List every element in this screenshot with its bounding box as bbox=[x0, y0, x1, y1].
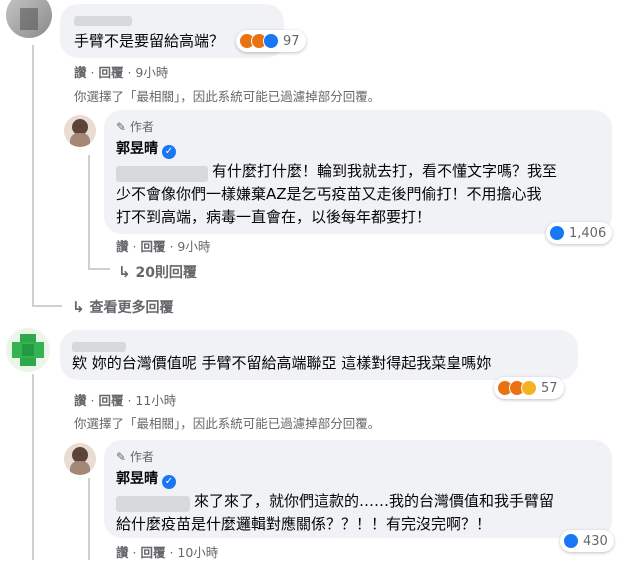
reply-action[interactable]: 回覆 bbox=[140, 545, 165, 560]
pencil-icon: ✎ bbox=[116, 450, 127, 464]
reply-bubble: ✎ 作者 郭昱晴 ✓ 來了來了，就你們這款的……我的台灣價值和我手臂留 給什麼疫苗… bbox=[104, 440, 612, 538]
thread-line bbox=[32, 45, 34, 307]
reply-author[interactable]: 郭昱晴 ✓ bbox=[116, 468, 176, 489]
commenter-name-redacted[interactable] bbox=[74, 10, 132, 29]
reply-action[interactable]: 回覆 bbox=[140, 239, 165, 254]
reaction-summary[interactable]: 430 bbox=[560, 530, 614, 552]
mentioned-user-redacted[interactable] bbox=[116, 493, 190, 512]
reaction-summary[interactable]: 97 bbox=[236, 30, 306, 52]
filter-note: 你選擇了「最相關」，因此系統可能已過濾掉部分回覆。 bbox=[74, 416, 381, 431]
reply-arrow-icon: ↳ bbox=[118, 263, 131, 281]
author-avatar[interactable] bbox=[64, 115, 96, 147]
commenter-avatar[interactable] bbox=[6, 328, 50, 372]
comment-actions: 讚 · 回覆 · 11小時 bbox=[74, 393, 177, 408]
reaction-count: 1,406 bbox=[569, 225, 607, 241]
reply-actions: 讚 · 回覆 · 10小時 bbox=[116, 545, 219, 560]
reply-time[interactable]: 10小時 bbox=[177, 545, 218, 560]
reply-thread-line bbox=[88, 155, 90, 270]
reply-line-1: 有什麼打什麼！輪到我就去打，看不懂文字嗎？我至 bbox=[212, 162, 558, 180]
comment-text: 手臂不是要留給高端？ bbox=[74, 32, 225, 50]
laughing-face-icon bbox=[521, 380, 537, 396]
reaction-count: 57 bbox=[541, 380, 558, 396]
reply-action[interactable]: 回覆 bbox=[98, 65, 123, 80]
reply-bubble: ✎ 作者 郭昱晴 ✓ 有什麼打什麼！輪到我就去打，看不懂文字嗎？我至 少不會像你們… bbox=[104, 110, 612, 234]
view-more-replies-link[interactable]: ↳ 查看更多回覆 bbox=[72, 297, 173, 317]
thread-line bbox=[32, 374, 34, 560]
filter-note: 你選擇了「最相關」，因此系統可能已過濾掉部分回覆。 bbox=[74, 89, 381, 104]
like-action[interactable]: 讚 bbox=[116, 545, 129, 560]
reply-thread-branch bbox=[88, 268, 110, 270]
thumbs-up-icon bbox=[549, 225, 565, 241]
comment-actions: 讚 · 回覆 · 9小時 bbox=[74, 65, 169, 80]
reaction-summary[interactable]: 57 bbox=[494, 377, 564, 399]
reply-arrow-icon: ↳ bbox=[72, 298, 85, 316]
reaction-summary[interactable]: 1,406 bbox=[546, 222, 613, 244]
thread-line-branch bbox=[32, 305, 62, 307]
like-action[interactable]: 讚 bbox=[116, 239, 129, 254]
verified-badge-icon: ✓ bbox=[162, 145, 176, 159]
reply-line-2: 少不會像你們一樣嫌棄AZ是乞丐疫苗又走後門偷打！不用擔心我 bbox=[116, 185, 542, 203]
more-replies-link[interactable]: ↳ 20則回覆 bbox=[118, 262, 197, 282]
reply-line-3: 打不到高端，病毒一直會在，以後每年都要打！ bbox=[116, 208, 432, 226]
comment-text: 欸 妳的台灣價值呢 手臂不留給高端聯亞 這樣對得起我菜皇嗎妳 bbox=[72, 354, 492, 372]
like-action[interactable]: 讚 bbox=[74, 393, 87, 408]
commenter-avatar[interactable] bbox=[6, 0, 52, 38]
comment-bubble: 欸 妳的台灣價值呢 手臂不留給高端聯亞 這樣對得起我菜皇嗎妳 bbox=[60, 330, 578, 380]
pencil-icon: ✎ bbox=[116, 120, 127, 134]
author-badge: ✎ 作者 bbox=[116, 120, 154, 134]
verified-badge-icon: ✓ bbox=[162, 475, 176, 489]
mentioned-user-redacted[interactable] bbox=[116, 163, 208, 182]
reply-time[interactable]: 9小時 bbox=[177, 239, 210, 254]
reply-action[interactable]: 回覆 bbox=[98, 393, 123, 408]
reply-actions: 讚 · 回覆 · 9小時 bbox=[116, 239, 211, 254]
reply-line-1: 來了來了，就你們這款的……我的台灣價值和我手臂留 bbox=[194, 492, 555, 510]
comment-time[interactable]: 11小時 bbox=[135, 393, 176, 408]
reply-author[interactable]: 郭昱晴 ✓ bbox=[116, 138, 176, 159]
thumbs-up-icon bbox=[263, 33, 279, 49]
reaction-count: 430 bbox=[583, 533, 608, 549]
author-avatar[interactable] bbox=[64, 443, 96, 475]
thumbs-up-icon bbox=[563, 533, 579, 549]
reply-thread-line bbox=[88, 478, 90, 560]
comment-time[interactable]: 9小時 bbox=[135, 65, 168, 80]
reaction-count: 97 bbox=[283, 33, 300, 49]
author-badge: ✎ 作者 bbox=[116, 450, 154, 464]
reply-line-2: 給什麼疫苗是什麼邏輯對應關係？？！！有完沒完啊？！ bbox=[116, 515, 492, 533]
like-action[interactable]: 讚 bbox=[74, 65, 87, 80]
